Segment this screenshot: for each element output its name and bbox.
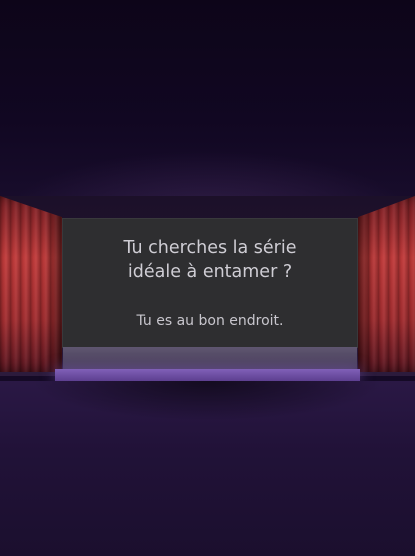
left-curtain [0, 196, 62, 372]
subline: Tu es au bon endroit. [136, 313, 284, 329]
stage-edge [55, 369, 360, 381]
floor-shadow [30, 381, 385, 421]
headline: Tu cherches la série idéale à entamer ? [63, 236, 357, 284]
screen-base [63, 347, 357, 369]
headline-line-1: Tu cherches la série [123, 238, 297, 258]
headline-line-2: idéale à entamer ? [127, 262, 293, 282]
right-curtain [358, 196, 415, 372]
